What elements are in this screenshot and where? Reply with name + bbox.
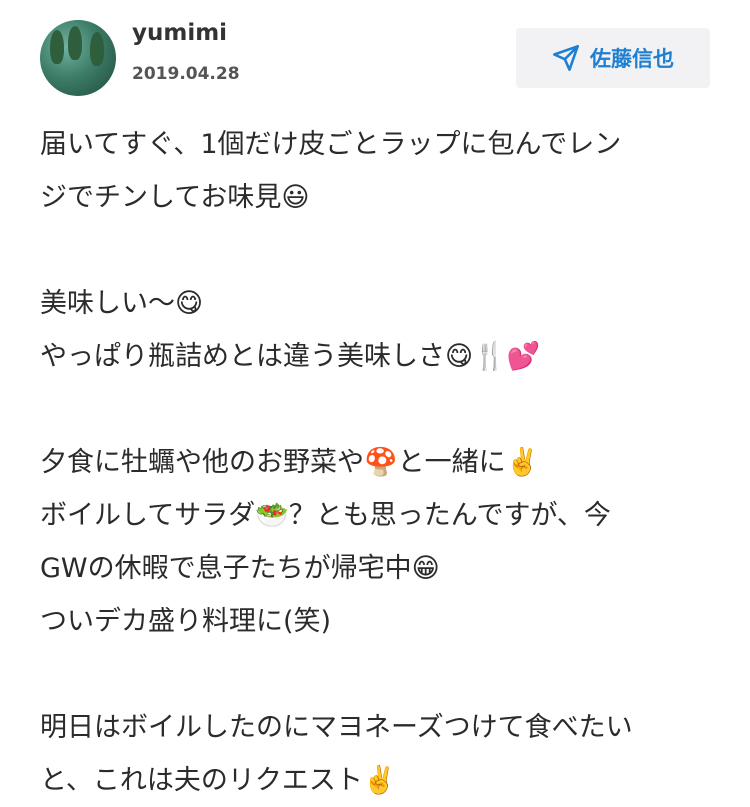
body-line: 届いてすぐ、1個だけ皮ごとラップに包んでレン <box>40 129 622 160</box>
avatar-tree-shape <box>68 26 82 60</box>
body-line: GWの休暇で息子たちが帰宅中😁 <box>40 553 440 584</box>
body-line <box>40 224 710 277</box>
recipient-name: 佐藤信也 <box>590 47 674 71</box>
body-line: と、これは夫のリクエスト✌️ <box>40 765 397 796</box>
body-line: ついデカ盛り料理に(笑) <box>40 606 332 637</box>
recipient-button[interactable]: 佐藤信也 <box>516 28 710 88</box>
body-line <box>40 383 710 436</box>
body-line: 明日はボイルしたのにマヨネーズつけて食べたい <box>40 712 633 743</box>
body-line: ボイルしてサラダ🥗？とも思ったんですが、今 <box>40 500 611 531</box>
body-line <box>40 648 710 701</box>
body-line: やっぱり瓶詰めとは違う美味しさ😋🍴💕 <box>40 341 541 372</box>
avatar[interactable] <box>40 20 116 96</box>
paper-plane-icon <box>552 44 580 72</box>
body-line: 美味しい〜😋 <box>40 288 204 319</box>
post-card: yumimi 2019.04.28 佐藤信也 届いてすぐ、1個だけ皮ごとラップに… <box>0 0 750 804</box>
post-date: 2019.04.28 <box>132 64 240 84</box>
avatar-tree-shape <box>90 32 104 66</box>
avatar-tree-shape <box>50 30 64 64</box>
body-line: ジでチンしてお味見😃 <box>40 182 310 213</box>
post-body: 届いてすぐ、1個だけ皮ごとラップに包んでレン ジでチンしてお味見😃 美味しい〜😋… <box>40 118 710 807</box>
username[interactable]: yumimi <box>132 20 227 46</box>
body-line: 夕食に牡蠣や他のお野菜や🍄と一緒に✌️ <box>40 447 540 478</box>
